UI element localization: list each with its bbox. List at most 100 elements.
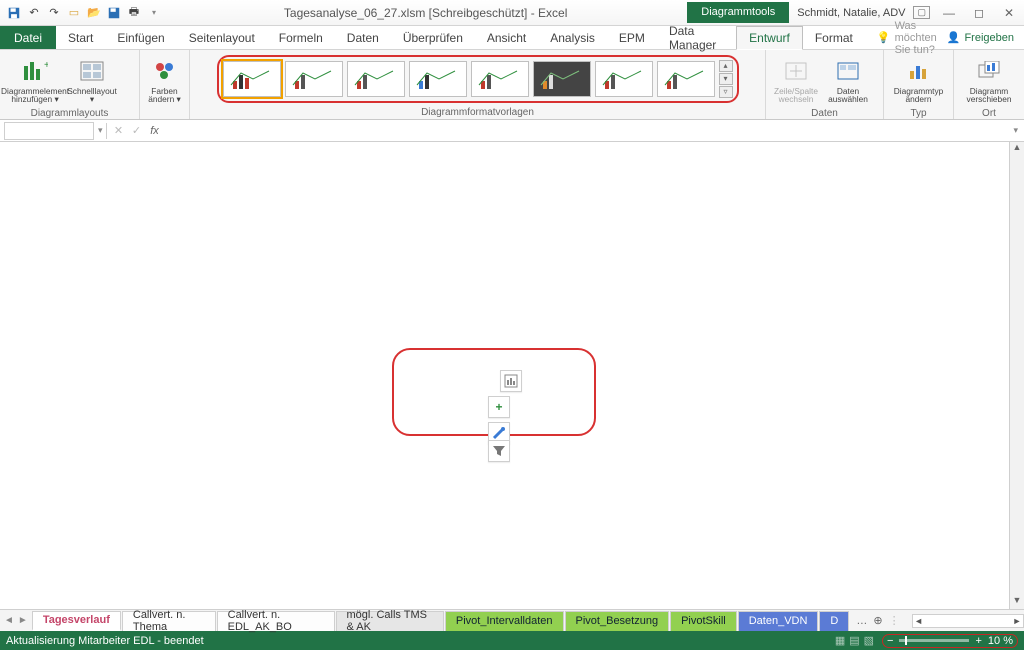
tab-datamanager[interactable]: Data Manager <box>657 26 736 49</box>
add-chart-element-button[interactable]: + Diagrammelement hinzufügen ▾ <box>4 52 66 106</box>
group-location: Diagramm verschieben Ort <box>954 50 1024 119</box>
chart-style-5[interactable] <box>471 61 529 97</box>
group-label-styles: Diagrammformatvorlagen <box>190 107 765 119</box>
sheet-tab-d[interactable]: D <box>819 611 849 631</box>
tab-einfuegen[interactable]: Einfügen <box>105 26 176 49</box>
tab-ansicht[interactable]: Ansicht <box>475 26 538 49</box>
chart-style-3[interactable] <box>347 61 405 97</box>
ribbon: + Diagrammelement hinzufügen ▾ Schnellla… <box>0 50 1024 120</box>
normal-view-icon[interactable]: ▦ <box>835 634 845 647</box>
tab-analysis[interactable]: Analysis <box>538 26 607 49</box>
name-box-dropdown-icon[interactable]: ▾ <box>98 125 103 136</box>
sheet-tab-moegl-calls[interactable]: mögl. Calls TMS & AK <box>336 611 444 631</box>
chart-style-6[interactable] <box>533 61 591 97</box>
chart-options-icon[interactable] <box>500 370 522 392</box>
page-break-view-icon[interactable]: ▧ <box>864 634 874 647</box>
tab-epm[interactable]: EPM <box>607 26 657 49</box>
sheet-tab-bar: ◄ ► Tagesverlauf Callvert. n. Thema Call… <box>0 609 1024 631</box>
group-type: Diagrammtyp ändern Typ <box>884 50 954 119</box>
share-icon: 👤 <box>947 31 961 44</box>
formula-input[interactable] <box>164 122 1008 140</box>
select-data-label: Daten auswählen <box>822 87 874 104</box>
move-chart-icon <box>976 58 1002 84</box>
gallery-scroll: ▴ ▾ ▿ <box>719 60 733 98</box>
sheet-tab-pivotskill[interactable]: PivotSkill <box>670 611 737 631</box>
new-icon[interactable]: ▭ <box>66 5 82 21</box>
quick-layout-button[interactable]: Schnelllayout ▾ <box>66 52 118 106</box>
save2-icon[interactable] <box>106 5 122 21</box>
gallery-up-icon[interactable]: ▴ <box>719 60 733 72</box>
chart-style-2[interactable] <box>285 61 343 97</box>
tab-seitenlayout[interactable]: Seitenlayout <box>177 26 267 49</box>
group-label-location: Ort <box>954 108 1024 120</box>
group-label-data: Daten <box>766 108 883 120</box>
page-layout-view-icon[interactable]: ▤ <box>849 634 859 647</box>
undo-icon[interactable]: ↶ <box>26 5 42 21</box>
chart-filter-icon[interactable] <box>488 440 510 462</box>
sheet-tab-callvert-edl[interactable]: Callvert. n. EDL_AK_BO <box>217 611 335 631</box>
display-options-icon[interactable]: ▢ <box>913 6 930 19</box>
gallery-down-icon[interactable]: ▾ <box>719 73 733 85</box>
file-tab[interactable]: Datei <box>0 26 56 49</box>
change-colors-button[interactable]: Farben ändern ▾ <box>144 52 185 106</box>
tab-formeln[interactable]: Formeln <box>267 26 335 49</box>
switch-row-column-button[interactable]: Zeile/Spalte wechseln <box>770 52 822 106</box>
select-data-button[interactable]: Daten auswählen <box>822 52 874 106</box>
tab-nav-next-icon[interactable]: ► <box>18 615 28 626</box>
gallery-expand-icon[interactable]: ▿ <box>719 86 733 98</box>
enter-formula-icon[interactable]: ✓ <box>128 124 146 137</box>
chart-style-4[interactable] <box>409 61 467 97</box>
maximize-button[interactable]: ◻ <box>964 0 994 26</box>
redo-icon[interactable]: ↷ <box>46 5 62 21</box>
chart-style-7[interactable] <box>595 61 653 97</box>
open-icon[interactable]: 📂 <box>86 5 102 21</box>
select-data-icon <box>835 58 861 84</box>
tab-daten[interactable]: Daten <box>335 26 391 49</box>
window-controls: — ◻ ✕ <box>934 0 1024 26</box>
hscroll-left-icon[interactable]: ◄ <box>913 616 925 626</box>
share-button[interactable]: 👤 Freigeben <box>937 26 1024 49</box>
zoom-slider[interactable] <box>899 639 969 642</box>
chart-type-label: Diagrammtyp ändern <box>888 87 949 104</box>
print-icon[interactable]: 🖶 <box>126 5 142 21</box>
hscroll-right-icon[interactable]: ► <box>1011 616 1023 626</box>
sheet-tab-pivot-intervall[interactable]: Pivot_Intervalldaten <box>445 611 564 631</box>
tab-format[interactable]: Format <box>803 26 865 49</box>
tab-nav-prev-icon[interactable]: ◄ <box>4 615 14 626</box>
move-chart-label: Diagramm verschieben <box>958 87 1020 104</box>
sheet-tab-tagesverlauf[interactable]: Tagesverlauf <box>32 611 121 631</box>
save-icon[interactable] <box>6 5 22 21</box>
qat-customize-icon[interactable]: ▾ <box>146 5 162 21</box>
chart-style-8[interactable] <box>657 61 715 97</box>
sheet-tab-pivot-besetzung[interactable]: Pivot_Besetzung <box>565 611 670 631</box>
chart-style-1[interactable] <box>223 61 281 97</box>
change-chart-type-button[interactable]: Diagrammtyp ändern <box>888 52 949 106</box>
name-box[interactable] <box>4 122 94 140</box>
worksheet-canvas[interactable]: + ▲ ▼ <box>0 142 1024 609</box>
tab-more-icon[interactable]: … <box>856 615 867 627</box>
chart-add-element-icon[interactable]: + <box>488 396 510 418</box>
tab-start[interactable]: Start <box>56 26 105 49</box>
ribbon-tabs: Datei Start Einfügen Seitenlayout Formel… <box>0 26 1024 50</box>
title-bar: ↶ ↷ ▭ 📂 🖶 ▾ Tagesanalyse_06_27.xlsm [Sch… <box>0 0 1024 26</box>
scroll-up-icon[interactable]: ▲ <box>1010 142 1024 156</box>
formula-expand-icon[interactable]: ▾ <box>1007 125 1024 136</box>
tell-me-box[interactable]: 💡 Was möchten Sie tun? <box>865 26 937 49</box>
new-sheet-icon[interactable]: ⊕ <box>873 614 882 627</box>
horizontal-scrollbar[interactable]: ◄ ► <box>912 614 1024 628</box>
close-button[interactable]: ✕ <box>994 0 1024 26</box>
sheet-tab-daten-vdn[interactable]: Daten_VDN <box>738 611 819 631</box>
move-chart-button[interactable]: Diagramm verschieben <box>958 52 1020 106</box>
fx-icon[interactable]: fx <box>146 125 164 137</box>
vertical-scrollbar[interactable]: ▲ ▼ <box>1009 142 1024 609</box>
add-element-label: Diagrammelement hinzufügen ▾ <box>1 87 69 104</box>
sheet-tab-callvert-thema[interactable]: Callvert. n. Thema <box>122 611 216 631</box>
cancel-formula-icon[interactable]: ✕ <box>110 124 128 137</box>
chart-float-buttons: + <box>488 370 510 444</box>
switch-label: Zeile/Spalte wechseln <box>770 87 822 104</box>
minimize-button[interactable]: — <box>934 0 964 26</box>
tab-entwurf[interactable]: Entwurf <box>736 26 803 50</box>
colors-icon <box>152 58 178 84</box>
scroll-down-icon[interactable]: ▼ <box>1010 595 1024 609</box>
tab-ueberpruefen[interactable]: Überprüfen <box>391 26 475 49</box>
